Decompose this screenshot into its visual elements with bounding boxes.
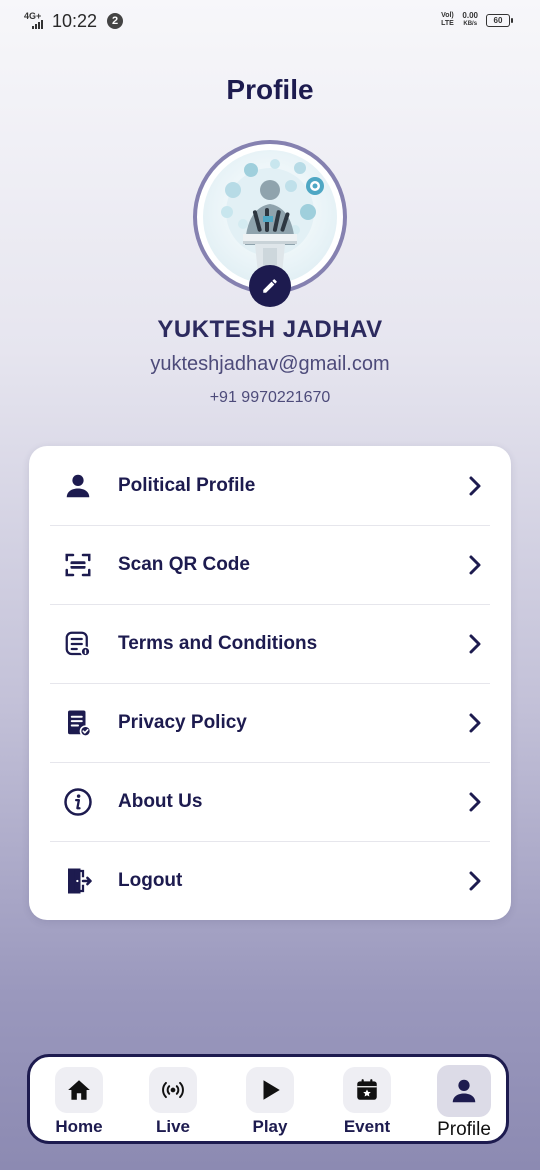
status-right: Vol) LTE 0.00 KB/s 60 [440, 12, 513, 28]
speaker-podium-illustration [203, 150, 337, 284]
calendar-icon [343, 1067, 391, 1113]
nav-item-play[interactable]: Play [230, 1067, 310, 1139]
nav-item-event[interactable]: Event [327, 1067, 407, 1139]
data-speed: 0.00 KB/s [462, 12, 478, 28]
edit-avatar-button[interactable] [249, 265, 291, 307]
menu-item-about-us[interactable]: About Us [50, 762, 490, 841]
chevron-right-icon [460, 475, 490, 497]
data-speed-value: 0.00 [462, 11, 478, 20]
signal-icon: 4G+ [24, 10, 46, 32]
home-icon [55, 1067, 103, 1113]
menu-item-label: Political Profile [118, 474, 256, 496]
nav-item-home[interactable]: Home [39, 1067, 119, 1139]
data-speed-unit: KB/s [463, 21, 478, 27]
battery-icon: 60 [486, 13, 513, 27]
nav-item-live[interactable]: Live [133, 1067, 213, 1139]
person-icon [50, 471, 106, 501]
person-icon [437, 1065, 491, 1117]
menu-item-label: Scan QR Code [118, 553, 250, 575]
nav-label: Event [343, 1117, 391, 1136]
menu-item-privacy-policy[interactable]: Privacy Policy [50, 683, 490, 762]
user-phone: +91 9970221670 [209, 389, 331, 406]
page-title: Profile [226, 74, 314, 105]
broadcast-icon [149, 1067, 197, 1113]
nav-label: Live [155, 1117, 191, 1136]
nav-item-profile[interactable]: Profile [424, 1065, 504, 1140]
status-left: 4G+ 10:22 2 [24, 10, 124, 32]
policy-document-icon [50, 708, 106, 738]
menu-item-political-profile[interactable]: Political Profile [50, 446, 490, 525]
menu-item-label: Logout [118, 869, 183, 891]
volte-indicator: Vol) LTE [441, 12, 454, 27]
nav-label: Home [55, 1117, 103, 1136]
menu-item-logout[interactable]: Logout [50, 841, 490, 920]
nav-label: Profile [437, 1119, 491, 1140]
menu-item-label: Privacy Policy [118, 711, 247, 733]
profile-menu: Political Profile Scan QR Code Terms and… [29, 446, 511, 920]
chevron-right-icon [460, 554, 490, 576]
chevron-right-icon [460, 791, 490, 813]
terms-document-icon [50, 629, 106, 659]
clock: 10:22 [52, 10, 98, 31]
menu-item-scan-qr-code[interactable]: Scan QR Code [50, 525, 490, 604]
bottom-navigation: Home Live Play Event Profile [27, 1054, 509, 1144]
notification-count-badge: 2 [107, 13, 124, 29]
chevron-right-icon [460, 633, 490, 655]
user-name: YUKTESH JADHAV [157, 316, 383, 343]
menu-item-terms-and-conditions[interactable]: Terms and Conditions [50, 604, 490, 683]
chevron-right-icon [460, 870, 490, 892]
nav-label: Play [252, 1117, 288, 1136]
menu-item-label: Terms and Conditions [118, 632, 318, 654]
status-bar: 4G+ 10:22 2 Vol) LTE 0.00 KB/s 60 [0, 0, 540, 44]
menu-item-label: About Us [118, 790, 203, 812]
chevron-right-icon [460, 712, 490, 734]
logout-icon [50, 866, 106, 896]
play-icon [246, 1067, 294, 1113]
pencil-icon [263, 279, 277, 293]
user-email: yukteshjadhav@gmail.com [150, 353, 390, 375]
scan-icon [50, 550, 106, 580]
info-icon [50, 787, 106, 817]
